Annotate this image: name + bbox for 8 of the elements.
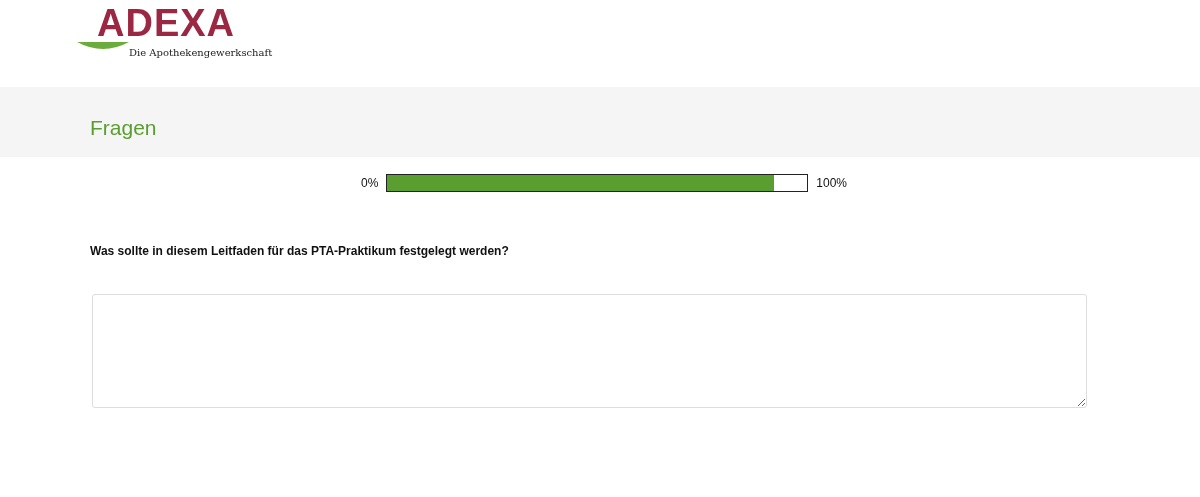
logo-wordmark: ADEXA: [97, 6, 237, 40]
swoosh-icon: [77, 42, 129, 50]
page-title: Fragen: [90, 115, 157, 140]
logo-tagline: Die Apothekengewerkschaft: [129, 47, 273, 58]
progress-start-label: 0%: [360, 176, 379, 190]
progress-end-label: 100%: [816, 176, 847, 190]
answer-field[interactable]: [92, 294, 1087, 408]
question-text: Was sollte in diesem Leitfaden für das PTA-Praktikum festgelegt werden?: [90, 244, 510, 258]
